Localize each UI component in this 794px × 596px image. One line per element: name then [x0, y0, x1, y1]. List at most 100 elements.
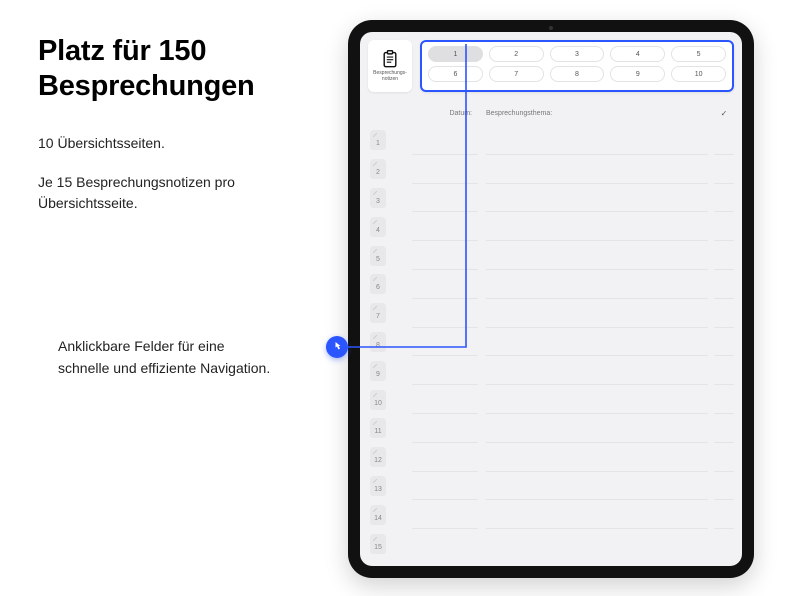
row-link-2[interactable]: 2	[370, 159, 386, 179]
subtext-overview-pages: 10 Übersichtsseiten.	[38, 133, 338, 154]
row-link-12[interactable]: 12	[370, 447, 386, 467]
check-cell[interactable]	[714, 472, 734, 501]
topic-cell[interactable]	[486, 500, 708, 529]
overview-page-8[interactable]: 8	[550, 66, 605, 82]
overview-page-2[interactable]: 2	[489, 46, 544, 62]
table-header: Datum: Besprechungsthema: ✓	[368, 102, 734, 124]
check-cell[interactable]	[714, 270, 734, 299]
check-cell[interactable]	[714, 385, 734, 414]
col-header-date: Datum:	[412, 110, 478, 117]
overview-page-5[interactable]: 5	[671, 46, 726, 62]
row-link-3[interactable]: 3	[370, 188, 386, 208]
date-cell[interactable]	[412, 500, 478, 529]
date-cell[interactable]	[412, 155, 478, 184]
callout-line-2: schnelle und effiziente Navigation.	[58, 360, 270, 376]
overview-page-9[interactable]: 9	[610, 66, 665, 82]
note-row: 5	[368, 241, 734, 270]
topic-cell[interactable]	[486, 184, 708, 213]
row-link-6[interactable]: 6	[370, 274, 386, 294]
date-cell[interactable]	[412, 356, 478, 385]
row-link-1[interactable]: 1	[370, 130, 386, 150]
row-link-10[interactable]: 10	[370, 390, 386, 410]
clipboard-icon	[382, 50, 398, 68]
row-link-15[interactable]: 15	[370, 534, 386, 554]
topic-cell[interactable]	[486, 414, 708, 443]
check-cell[interactable]	[714, 212, 734, 241]
check-cell[interactable]	[714, 500, 734, 529]
camera-dot	[549, 26, 553, 30]
topic-cell[interactable]	[486, 385, 708, 414]
date-cell[interactable]	[412, 414, 478, 443]
row-link-9[interactable]: 9	[370, 361, 386, 381]
note-row: 15	[368, 529, 734, 558]
date-cell[interactable]	[412, 184, 478, 213]
col-header-check: ✓	[714, 109, 734, 118]
callout-line-1: Anklickbare Felder für eine	[58, 338, 225, 354]
row-link-13[interactable]: 13	[370, 476, 386, 496]
row-link-7[interactable]: 7	[370, 303, 386, 323]
row-link-5[interactable]: 5	[370, 246, 386, 266]
row-link-11[interactable]: 11	[370, 418, 386, 438]
notes-rows: 123456789101112131415	[368, 126, 734, 558]
note-row: 11	[368, 414, 734, 443]
marketing-copy: Platz für 150 Besprechungen 10 Übersicht…	[38, 34, 338, 214]
check-cell[interactable]	[714, 414, 734, 443]
topic-cell[interactable]	[486, 212, 708, 241]
date-cell[interactable]	[412, 212, 478, 241]
notes-home-button[interactable]: Besprechungs- notizen	[368, 40, 412, 92]
pointer-icon	[326, 336, 348, 358]
date-cell[interactable]	[412, 472, 478, 501]
overview-page-7[interactable]: 7	[489, 66, 544, 82]
topic-cell[interactable]	[486, 443, 708, 472]
topic-cell[interactable]	[486, 270, 708, 299]
check-cell[interactable]	[714, 155, 734, 184]
topic-cell[interactable]	[486, 299, 708, 328]
note-row: 4	[368, 212, 734, 241]
topic-cell[interactable]	[486, 328, 708, 357]
date-cell[interactable]	[412, 385, 478, 414]
topic-cell[interactable]	[486, 155, 708, 184]
check-cell[interactable]	[714, 299, 734, 328]
note-row: 13	[368, 472, 734, 501]
headline: Platz für 150 Besprechungen	[38, 34, 338, 105]
check-cell[interactable]	[714, 443, 734, 472]
check-cell[interactable]	[714, 356, 734, 385]
row-link-14[interactable]: 14	[370, 505, 386, 525]
topic-cell[interactable]	[486, 241, 708, 270]
check-cell[interactable]	[714, 126, 734, 155]
overview-page-3[interactable]: 3	[550, 46, 605, 62]
note-row: 7	[368, 299, 734, 328]
top-toolbar: Besprechungs- notizen 12345 6789 10	[368, 40, 734, 92]
date-cell[interactable]	[412, 328, 478, 357]
note-row: 1	[368, 126, 734, 155]
overview-page-10[interactable]: 10	[671, 66, 726, 82]
note-row: 10	[368, 385, 734, 414]
topic-cell[interactable]	[486, 356, 708, 385]
topic-cell[interactable]	[486, 472, 708, 501]
overview-page-4[interactable]: 4	[610, 46, 665, 62]
overview-page-nav: 12345 6789 10	[420, 40, 734, 92]
check-cell[interactable]	[714, 328, 734, 357]
note-row: 14	[368, 500, 734, 529]
date-cell[interactable]	[412, 241, 478, 270]
date-cell[interactable]	[412, 126, 478, 155]
check-cell[interactable]	[714, 241, 734, 270]
check-cell[interactable]	[714, 184, 734, 213]
date-cell[interactable]	[412, 299, 478, 328]
row-link-8[interactable]: 8	[370, 332, 386, 352]
headline-line-1: Platz für 150	[38, 35, 206, 67]
date-cell[interactable]	[412, 443, 478, 472]
overview-page-6[interactable]: 6	[428, 66, 483, 82]
overview-page-1[interactable]: 1	[428, 46, 483, 62]
topic-cell[interactable]	[486, 126, 708, 155]
note-row: 9	[368, 356, 734, 385]
ipad-device-frame: Besprechungs- notizen 12345 678910 Datum…	[348, 20, 754, 578]
topic-cell[interactable]	[486, 529, 708, 558]
date-cell[interactable]	[412, 270, 478, 299]
date-cell[interactable]	[412, 529, 478, 558]
note-row: 2	[368, 155, 734, 184]
app-screen: Besprechungs- notizen 12345 678910 Datum…	[360, 32, 742, 566]
row-link-4[interactable]: 4	[370, 217, 386, 237]
notes-home-label: Besprechungs- notizen	[373, 71, 407, 82]
check-cell[interactable]	[714, 529, 734, 558]
